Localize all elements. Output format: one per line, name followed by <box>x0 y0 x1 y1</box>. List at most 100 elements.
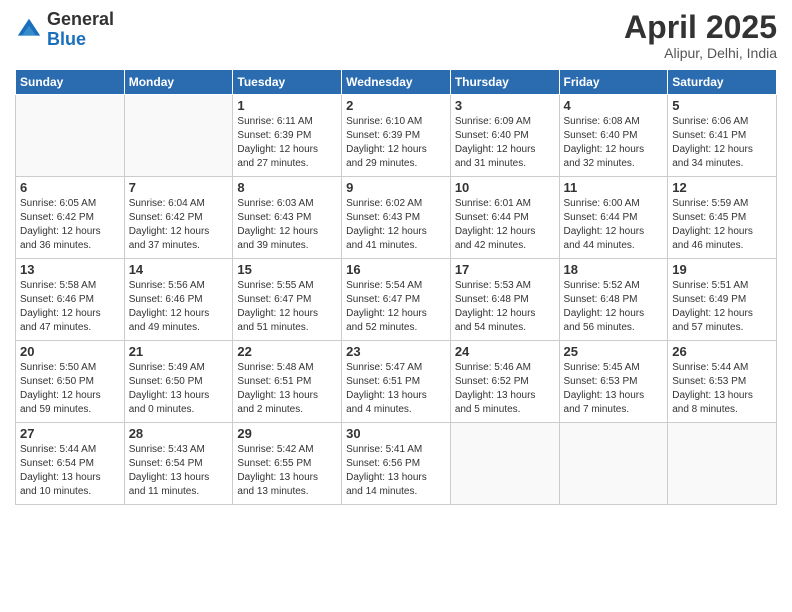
sun-info: Sunrise: 5:44 AM Sunset: 6:54 PM Dayligh… <box>20 443 120 499</box>
sun-info: Sunrise: 6:11 AM Sunset: 6:39 PM Dayligh… <box>237 115 337 171</box>
day-number: 17 <box>455 262 555 277</box>
calendar-cell: 2 Sunrise: 6:10 AM Sunset: 6:39 PM Daylig… <box>342 95 451 177</box>
day-of-week-sunday: Sunday <box>16 70 125 95</box>
day-number: 8 <box>237 180 337 195</box>
logo-general-text: General <box>47 9 114 29</box>
day-number: 2 <box>346 98 446 113</box>
sun-info: Sunrise: 5:52 AM Sunset: 6:48 PM Dayligh… <box>564 279 664 335</box>
day-number: 7 <box>129 180 229 195</box>
calendar-cell: 26 Sunrise: 5:44 AM Sunset: 6:53 PM Dayli… <box>668 341 777 423</box>
sun-info: Sunrise: 6:09 AM Sunset: 6:40 PM Dayligh… <box>455 115 555 171</box>
sun-info: Sunrise: 5:56 AM Sunset: 6:46 PM Dayligh… <box>129 279 229 335</box>
sun-info: Sunrise: 6:05 AM Sunset: 6:42 PM Dayligh… <box>20 197 120 253</box>
sun-info: Sunrise: 5:50 AM Sunset: 6:50 PM Dayligh… <box>20 361 120 417</box>
day-number: 14 <box>129 262 229 277</box>
sun-info: Sunrise: 5:45 AM Sunset: 6:53 PM Dayligh… <box>564 361 664 417</box>
sun-info: Sunrise: 6:01 AM Sunset: 6:44 PM Dayligh… <box>455 197 555 253</box>
calendar-cell: 30 Sunrise: 5:41 AM Sunset: 6:56 PM Dayli… <box>342 423 451 505</box>
calendar-cell: 14 Sunrise: 5:56 AM Sunset: 6:46 PM Dayli… <box>124 259 233 341</box>
calendar-cell <box>559 423 668 505</box>
sun-info: Sunrise: 5:53 AM Sunset: 6:48 PM Dayligh… <box>455 279 555 335</box>
calendar-cell: 22 Sunrise: 5:48 AM Sunset: 6:51 PM Dayli… <box>233 341 342 423</box>
calendar-cell: 13Sunrise: 5:58 AM Sunset: 6:46 PM Dayli… <box>16 259 125 341</box>
sun-info: Sunrise: 5:47 AM Sunset: 6:51 PM Dayligh… <box>346 361 446 417</box>
calendar-table: SundayMondayTuesdayWednesdayThursdayFrid… <box>15 69 777 505</box>
calendar-cell: 23 Sunrise: 5:47 AM Sunset: 6:51 PM Dayli… <box>342 341 451 423</box>
day-number: 10 <box>455 180 555 195</box>
day-number: 1 <box>237 98 337 113</box>
day-number: 11 <box>564 180 664 195</box>
sun-info: Sunrise: 5:51 AM Sunset: 6:49 PM Dayligh… <box>672 279 772 335</box>
day-number: 6 <box>20 180 120 195</box>
sun-info: Sunrise: 6:02 AM Sunset: 6:43 PM Dayligh… <box>346 197 446 253</box>
calendar-cell: 16Sunrise: 5:54 AM Sunset: 6:47 PM Dayli… <box>342 259 451 341</box>
calendar-week-row: 13Sunrise: 5:58 AM Sunset: 6:46 PM Dayli… <box>16 259 777 341</box>
day-of-week-monday: Monday <box>124 70 233 95</box>
page-header: General Blue April 2025 Alipur, Delhi, I… <box>15 10 777 61</box>
calendar-cell: 8 Sunrise: 6:03 AM Sunset: 6:43 PM Daylig… <box>233 177 342 259</box>
day-of-week-thursday: Thursday <box>450 70 559 95</box>
calendar-cell: 27 Sunrise: 5:44 AM Sunset: 6:54 PM Dayli… <box>16 423 125 505</box>
calendar-header-row: SundayMondayTuesdayWednesdayThursdayFrid… <box>16 70 777 95</box>
day-number: 28 <box>129 426 229 441</box>
calendar-cell: 11 Sunrise: 6:00 AM Sunset: 6:44 PM Dayli… <box>559 177 668 259</box>
sun-info: Sunrise: 5:59 AM Sunset: 6:45 PM Dayligh… <box>672 197 772 253</box>
calendar-cell: 18 Sunrise: 5:52 AM Sunset: 6:48 PM Dayli… <box>559 259 668 341</box>
calendar-cell <box>124 95 233 177</box>
day-number: 20 <box>20 344 120 359</box>
calendar-cell: 24Sunrise: 5:46 AM Sunset: 6:52 PM Dayli… <box>450 341 559 423</box>
sun-info: Sunrise: 5:58 AM Sunset: 6:46 PM Dayligh… <box>20 279 120 335</box>
sun-info: Sunrise: 5:44 AM Sunset: 6:53 PM Dayligh… <box>672 361 772 417</box>
calendar-cell: 15Sunrise: 5:55 AM Sunset: 6:47 PM Dayli… <box>233 259 342 341</box>
calendar-cell: 25 Sunrise: 5:45 AM Sunset: 6:53 PM Dayli… <box>559 341 668 423</box>
day-number: 23 <box>346 344 446 359</box>
calendar-cell: 21Sunrise: 5:49 AM Sunset: 6:50 PM Dayli… <box>124 341 233 423</box>
month-year: April 2025 <box>624 10 777 45</box>
sun-info: Sunrise: 5:46 AM Sunset: 6:52 PM Dayligh… <box>455 361 555 417</box>
calendar-cell <box>16 95 125 177</box>
sun-info: Sunrise: 6:00 AM Sunset: 6:44 PM Dayligh… <box>564 197 664 253</box>
calendar-cell: 9 Sunrise: 6:02 AM Sunset: 6:43 PM Daylig… <box>342 177 451 259</box>
calendar-cell: 7 Sunrise: 6:04 AM Sunset: 6:42 PM Daylig… <box>124 177 233 259</box>
sun-info: Sunrise: 6:04 AM Sunset: 6:42 PM Dayligh… <box>129 197 229 253</box>
sun-info: Sunrise: 5:48 AM Sunset: 6:51 PM Dayligh… <box>237 361 337 417</box>
sun-info: Sunrise: 6:03 AM Sunset: 6:43 PM Dayligh… <box>237 197 337 253</box>
day-number: 29 <box>237 426 337 441</box>
sun-info: Sunrise: 6:08 AM Sunset: 6:40 PM Dayligh… <box>564 115 664 171</box>
logo-icon <box>15 16 43 44</box>
day-number: 25 <box>564 344 664 359</box>
calendar-cell <box>668 423 777 505</box>
day-of-week-tuesday: Tuesday <box>233 70 342 95</box>
sun-info: Sunrise: 6:10 AM Sunset: 6:39 PM Dayligh… <box>346 115 446 171</box>
sun-info: Sunrise: 5:55 AM Sunset: 6:47 PM Dayligh… <box>237 279 337 335</box>
calendar-week-row: 1 Sunrise: 6:11 AM Sunset: 6:39 PM Daylig… <box>16 95 777 177</box>
day-number: 30 <box>346 426 446 441</box>
sun-info: Sunrise: 5:42 AM Sunset: 6:55 PM Dayligh… <box>237 443 337 499</box>
calendar-cell: 28 Sunrise: 5:43 AM Sunset: 6:54 PM Dayli… <box>124 423 233 505</box>
day-number: 3 <box>455 98 555 113</box>
calendar-cell <box>450 423 559 505</box>
calendar-cell: 12 Sunrise: 5:59 AM Sunset: 6:45 PM Dayli… <box>668 177 777 259</box>
day-of-week-friday: Friday <box>559 70 668 95</box>
day-number: 9 <box>346 180 446 195</box>
calendar-cell: 20 Sunrise: 5:50 AM Sunset: 6:50 PM Dayli… <box>16 341 125 423</box>
calendar-cell: 10 Sunrise: 6:01 AM Sunset: 6:44 PM Dayli… <box>450 177 559 259</box>
calendar-cell: 3 Sunrise: 6:09 AM Sunset: 6:40 PM Daylig… <box>450 95 559 177</box>
sun-info: Sunrise: 5:49 AM Sunset: 6:50 PM Dayligh… <box>129 361 229 417</box>
calendar-cell: 17 Sunrise: 5:53 AM Sunset: 6:48 PM Dayli… <box>450 259 559 341</box>
day-number: 4 <box>564 98 664 113</box>
logo-blue-text: Blue <box>47 29 86 49</box>
calendar-week-row: 27 Sunrise: 5:44 AM Sunset: 6:54 PM Dayli… <box>16 423 777 505</box>
day-number: 22 <box>237 344 337 359</box>
sun-info: Sunrise: 5:41 AM Sunset: 6:56 PM Dayligh… <box>346 443 446 499</box>
day-number: 12 <box>672 180 772 195</box>
sun-info: Sunrise: 5:43 AM Sunset: 6:54 PM Dayligh… <box>129 443 229 499</box>
day-number: 18 <box>564 262 664 277</box>
day-number: 27 <box>20 426 120 441</box>
title-block: April 2025 Alipur, Delhi, India <box>624 10 777 61</box>
day-number: 26 <box>672 344 772 359</box>
logo: General Blue <box>15 10 114 50</box>
calendar-cell: 19Sunrise: 5:51 AM Sunset: 6:49 PM Dayli… <box>668 259 777 341</box>
sun-info: Sunrise: 6:06 AM Sunset: 6:41 PM Dayligh… <box>672 115 772 171</box>
day-of-week-saturday: Saturday <box>668 70 777 95</box>
